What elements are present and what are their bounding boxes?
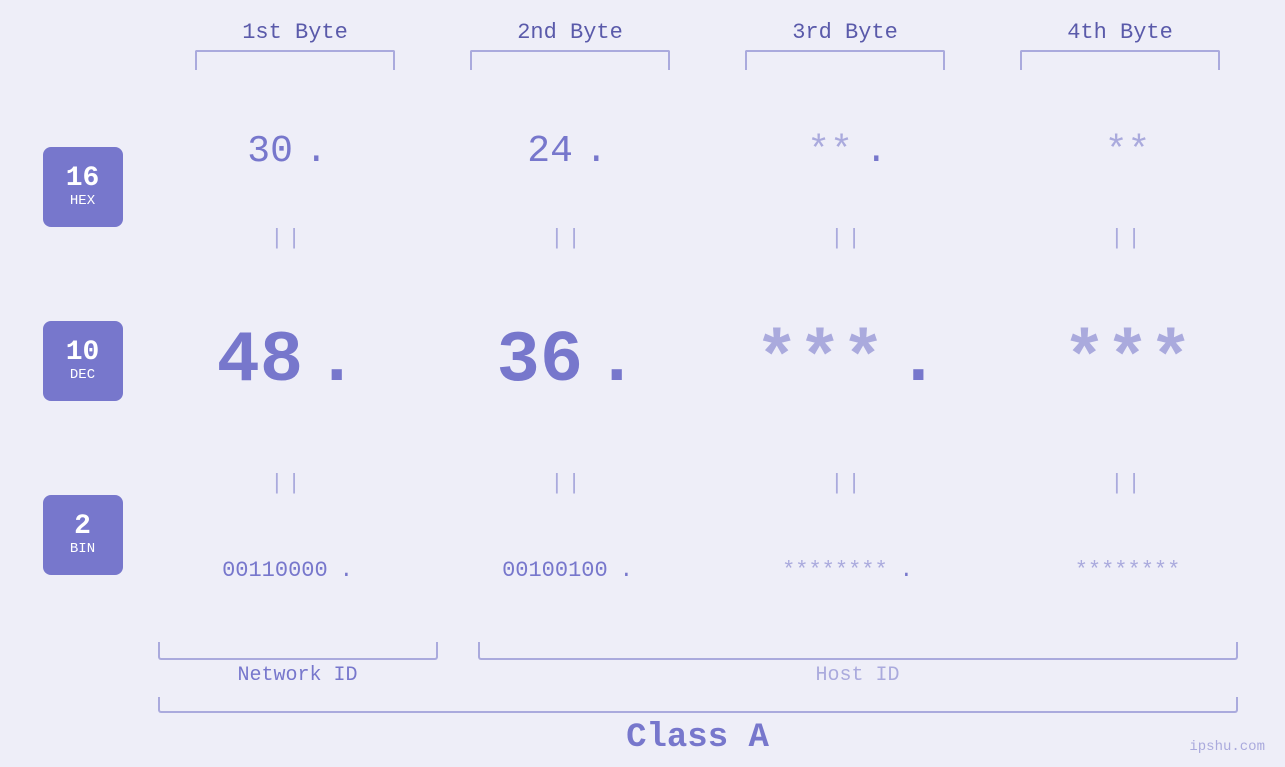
hex-val-2: 24 bbox=[527, 130, 573, 173]
sep-1-3: || bbox=[738, 226, 958, 251]
bracket-1 bbox=[195, 50, 395, 70]
byte-label-3: 3rd Byte bbox=[735, 20, 955, 45]
sep-row-2: || || || || bbox=[148, 469, 1268, 499]
dec-badge: 10 DEC bbox=[43, 321, 123, 401]
sep-2-1: || bbox=[178, 471, 398, 496]
sep-1-4: || bbox=[1018, 226, 1238, 251]
bin-dot-2: . bbox=[620, 558, 633, 583]
byte-label-2: 2nd Byte bbox=[460, 20, 680, 45]
sep-1-2: || bbox=[458, 226, 678, 251]
sep-row-1: || || || || bbox=[148, 223, 1268, 253]
byte-label-1: 1st Byte bbox=[185, 20, 405, 45]
host-bracket bbox=[478, 642, 1238, 660]
dec-val-4: *** bbox=[1063, 320, 1193, 402]
dec-val-1: 48 bbox=[217, 320, 303, 402]
sep-2-4: || bbox=[1018, 471, 1238, 496]
bracket-3 bbox=[745, 50, 945, 70]
hex-val-1: 30 bbox=[247, 130, 293, 173]
footer: ipshu.com bbox=[1189, 739, 1265, 755]
hex-badge-label: HEX bbox=[70, 193, 95, 210]
top-brackets-row bbox=[158, 50, 1258, 70]
network-bracket bbox=[158, 642, 438, 660]
bin-val-4: ******** bbox=[1075, 558, 1181, 583]
hex-row: 30 . 24 . ** . ** bbox=[148, 80, 1268, 223]
bin-badge-number: 2 bbox=[74, 513, 91, 541]
bin-dot-1: . bbox=[340, 558, 353, 583]
bracket-4 bbox=[1020, 50, 1220, 70]
bin-badge-label: BIN bbox=[70, 541, 95, 558]
data-grid: 30 . 24 . ** . ** || || || bbox=[148, 80, 1268, 642]
sep-1-1: || bbox=[178, 226, 398, 251]
host-id-label: Host ID bbox=[478, 664, 1238, 687]
bin-dot-3: . bbox=[900, 558, 913, 583]
hex-val-3: ** bbox=[807, 130, 853, 173]
bracket-2 bbox=[470, 50, 670, 70]
dec-val-3: *** bbox=[755, 320, 885, 402]
byte-label-4: 4th Byte bbox=[1010, 20, 1230, 45]
hex-dot-2: . bbox=[585, 130, 608, 173]
bin-val-1: 00110000 bbox=[222, 558, 328, 583]
dec-dot-3: . bbox=[897, 320, 940, 402]
sep-2-3: || bbox=[738, 471, 958, 496]
hex-badge-number: 16 bbox=[66, 165, 100, 193]
network-id-label: Network ID bbox=[158, 664, 438, 687]
outer-bracket bbox=[158, 697, 1238, 713]
hex-val-4: ** bbox=[1105, 130, 1151, 173]
hex-dot-3: . bbox=[865, 130, 888, 173]
sep-2-2: || bbox=[458, 471, 678, 496]
main-container: 1st Byte 2nd Byte 3rd Byte 4th Byte 16 H… bbox=[0, 0, 1285, 767]
hex-dot-1: . bbox=[305, 130, 328, 173]
class-label: Class A bbox=[626, 719, 769, 757]
hex-badge: 16 HEX bbox=[43, 147, 123, 227]
bin-badge: 2 BIN bbox=[43, 495, 123, 575]
header-row: 1st Byte 2nd Byte 3rd Byte 4th Byte bbox=[158, 10, 1258, 50]
bin-val-2: 00100100 bbox=[502, 558, 608, 583]
dec-badge-number: 10 bbox=[66, 339, 100, 367]
dec-val-2: 36 bbox=[497, 320, 583, 402]
dec-badge-label: DEC bbox=[70, 367, 95, 384]
bin-row: 00110000 . 00100100 . ******** . *******… bbox=[148, 499, 1268, 642]
bin-val-3: ******** bbox=[782, 558, 888, 583]
dec-dot-1: . bbox=[315, 320, 358, 402]
dec-row: 48 . 36 . *** . *** bbox=[148, 253, 1268, 468]
badges-column: 16 HEX 10 DEC 2 BIN bbox=[18, 80, 148, 642]
dec-dot-2: . bbox=[595, 320, 638, 402]
bottom-section: Network ID Host ID Class A bbox=[18, 642, 1268, 757]
